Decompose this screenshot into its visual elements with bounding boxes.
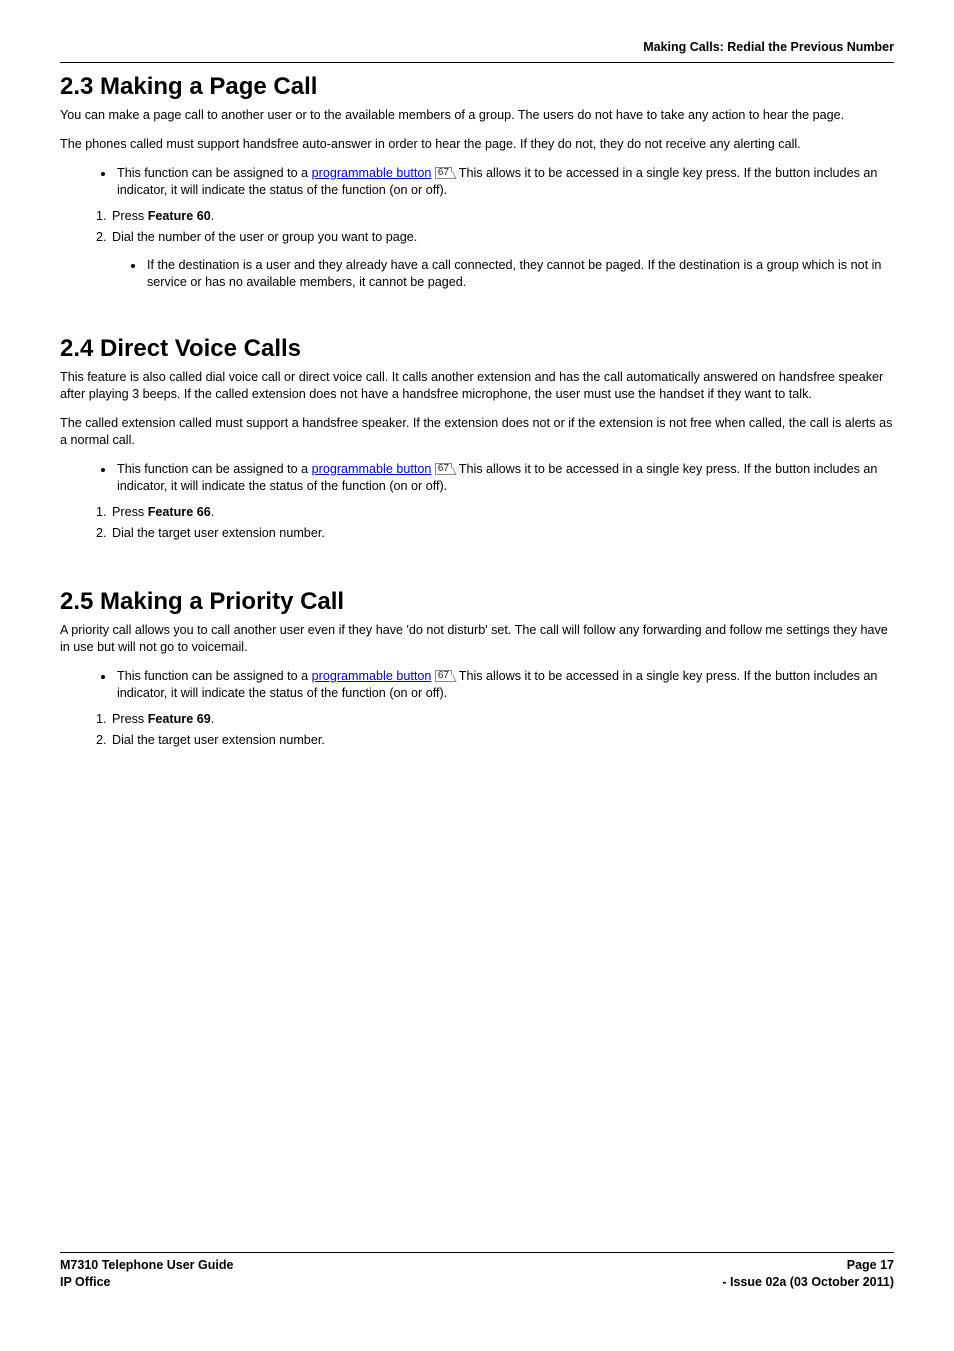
para-2-5-1: A priority call allows you to call anoth… <box>60 622 894 656</box>
para-2-4-1: This feature is also called dial voice c… <box>60 369 894 403</box>
bullet-list-2-3: This function can be assigned to a progr… <box>60 165 894 199</box>
step-text-prefix: Press <box>112 505 148 519</box>
footer-left-2: IP Office <box>60 1274 110 1291</box>
step-text-suffix: . <box>211 209 215 223</box>
step-text-suffix: . <box>211 505 215 519</box>
link-programmable-button[interactable]: programmable button <box>312 669 432 683</box>
bullet-list-2-4: This function can be assigned to a progr… <box>60 461 894 495</box>
step-text-suffix: . <box>211 712 215 726</box>
sub-bullet-list-2-3: If the destination is a user and they al… <box>60 257 894 291</box>
step-2-3-1: Press Feature 60. <box>110 207 894 225</box>
step-2-4-1: Press Feature 66. <box>110 503 894 521</box>
link-programmable-button[interactable]: programmable button <box>312 462 432 476</box>
page-ref-icon[interactable]: 67 <box>435 167 452 179</box>
para-2-4-2: The called extension called must support… <box>60 415 894 449</box>
page-ref-icon[interactable]: 67 <box>435 670 452 682</box>
footer-rule <box>60 1252 894 1253</box>
bullet-text-prefix: This function can be assigned to a <box>117 166 312 180</box>
step-text-prefix: Press <box>112 209 148 223</box>
steps-2-3: Press Feature 60. Dial the number of the… <box>60 207 894 247</box>
sub-bullet-2-3-1: If the destination is a user and they al… <box>145 257 894 291</box>
step-2-5-2: Dial the target user extension number. <box>110 731 894 749</box>
bullet-text-prefix: This function can be assigned to a <box>117 462 312 476</box>
step-2-4-2: Dial the target user extension number. <box>110 524 894 542</box>
link-programmable-button[interactable]: programmable button <box>312 166 432 180</box>
bullet-2-4-1: This function can be assigned to a progr… <box>115 461 894 495</box>
steps-2-5: Press Feature 69. Dial the target user e… <box>60 710 894 750</box>
footer-right-1: Page 17 <box>847 1257 894 1274</box>
para-2-3-2: The phones called must support handsfree… <box>60 136 894 153</box>
bullet-2-3-1: This function can be assigned to a progr… <box>115 165 894 199</box>
step-text-bold: Feature 60 <box>148 209 211 223</box>
steps-2-4: Press Feature 66. Dial the target user e… <box>60 503 894 543</box>
heading-2-4: 2.4 Direct Voice Calls <box>60 335 894 363</box>
step-2-3-2: Dial the number of the user or group you… <box>110 228 894 246</box>
page-ref-icon[interactable]: 67 <box>435 463 452 475</box>
step-text-prefix: Press <box>112 712 148 726</box>
document-page: Making Calls: Redial the Previous Number… <box>0 0 954 1351</box>
step-2-5-1: Press Feature 69. <box>110 710 894 728</box>
footer-left-1: M7310 Telephone User Guide <box>60 1257 233 1274</box>
heading-2-5: 2.5 Making a Priority Call <box>60 588 894 616</box>
bullet-2-5-1: This function can be assigned to a progr… <box>115 668 894 702</box>
step-text-bold: Feature 69 <box>148 712 211 726</box>
page-footer: M7310 Telephone User Guide Page 17 IP Of… <box>60 1252 894 1291</box>
footer-right-2: - Issue 02a (03 October 2011) <box>722 1274 894 1291</box>
bullet-list-2-5: This function can be assigned to a progr… <box>60 668 894 702</box>
heading-2-3: 2.3 Making a Page Call <box>60 73 894 101</box>
para-2-3-1: You can make a page call to another user… <box>60 107 894 124</box>
header-breadcrumb: Making Calls: Redial the Previous Number <box>60 40 894 56</box>
header-rule <box>60 62 894 63</box>
step-text-bold: Feature 66 <box>148 505 211 519</box>
bullet-text-prefix: This function can be assigned to a <box>117 669 312 683</box>
